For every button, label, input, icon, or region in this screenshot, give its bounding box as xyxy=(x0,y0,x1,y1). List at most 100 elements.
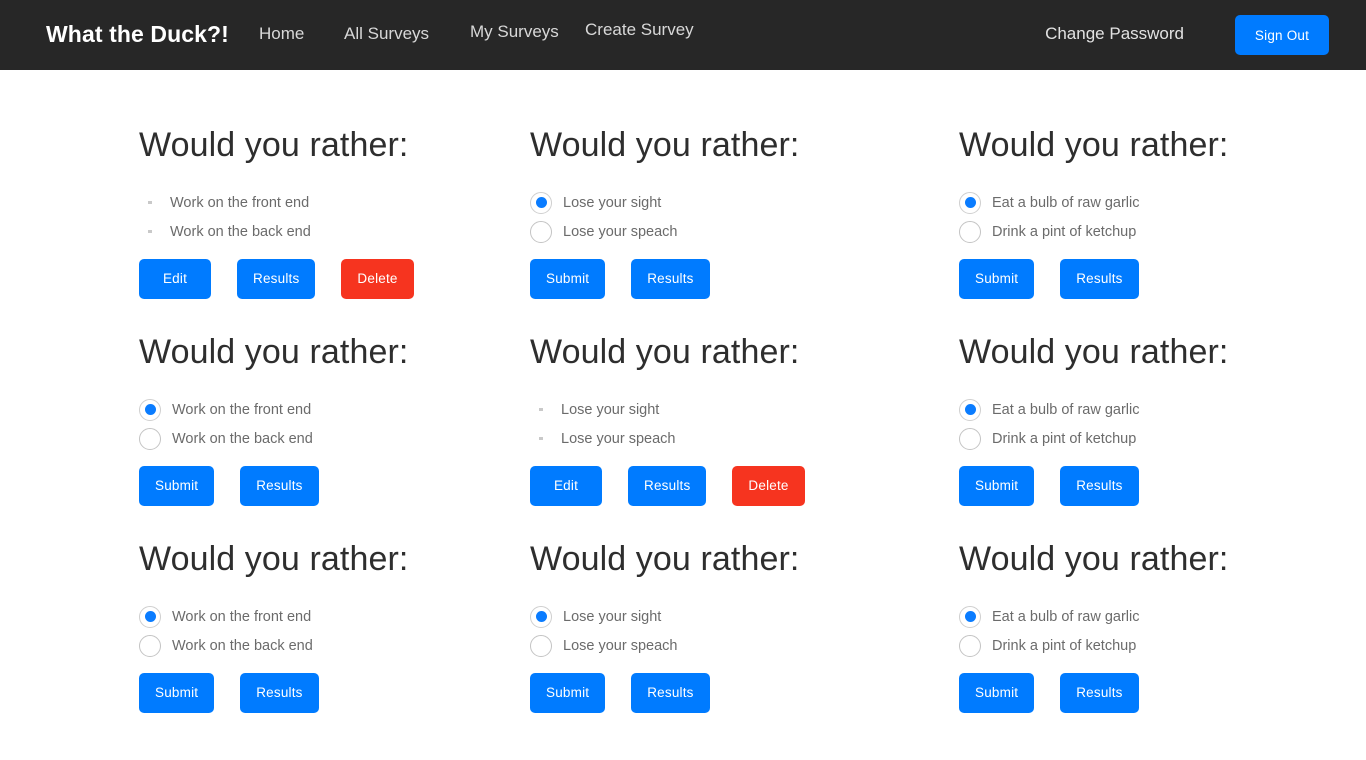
radio-option-label[interactable]: Lose your speach xyxy=(552,638,677,654)
survey-card: Would you rather: Eat a bulb of raw garli… xyxy=(959,335,1287,506)
survey-actions: Submit Results xyxy=(959,466,1287,506)
radio-icon-checked[interactable] xyxy=(959,191,981,214)
radio-option-row[interactable]: Lose your speach xyxy=(530,217,858,246)
radio-option-label[interactable]: Eat a bulb of raw garlic xyxy=(981,195,1140,211)
radio-option-row[interactable]: Drink a pint of ketchup xyxy=(959,631,1287,660)
radio-icon-unchecked[interactable] xyxy=(139,634,161,657)
edit-button[interactable]: Edit xyxy=(139,259,211,299)
survey-options: Work on the front end Work on the back en… xyxy=(139,602,429,660)
nav-link-home[interactable]: Home xyxy=(259,24,304,44)
top-navbar: What the Duck?! Home All Surveys My Surv… xyxy=(0,0,1366,70)
results-button[interactable]: Results xyxy=(240,673,319,713)
radio-icon-unchecked[interactable] xyxy=(530,634,552,657)
list-option-row: Work on the front end xyxy=(139,188,429,217)
survey-card: Would you rather: Lose your sight Lose you… xyxy=(530,335,858,506)
radio-option-row[interactable]: Work on the back end xyxy=(139,631,429,660)
delete-button[interactable]: Delete xyxy=(732,466,805,506)
radio-option-row[interactable]: Eat a bulb of raw garlic xyxy=(959,602,1287,631)
bullet-icon xyxy=(139,201,159,204)
results-button[interactable]: Results xyxy=(1060,466,1139,506)
radio-option-row[interactable]: Lose your sight xyxy=(530,188,858,217)
radio-option-label[interactable]: Drink a pint of ketchup xyxy=(981,638,1136,654)
survey-card-title: Would you rather: xyxy=(530,333,800,371)
bullet-icon xyxy=(530,408,550,411)
edit-button[interactable]: Edit xyxy=(530,466,602,506)
radio-option-label[interactable]: Drink a pint of ketchup xyxy=(981,224,1136,240)
radio-option-label[interactable]: Lose your sight xyxy=(552,609,661,625)
radio-option-label[interactable]: Work on the back end xyxy=(161,431,313,447)
survey-column: Would you rather: Lose your sight Lose you… xyxy=(429,335,858,506)
change-password-link[interactable]: Change Password xyxy=(1045,24,1184,44)
survey-card: Would you rather: Eat a bulb of raw garli… xyxy=(959,128,1287,299)
submit-button[interactable]: Submit xyxy=(959,466,1035,506)
submit-button[interactable]: Submit xyxy=(139,673,215,713)
submit-button[interactable]: Submit xyxy=(959,259,1035,299)
radio-option-label[interactable]: Drink a pint of ketchup xyxy=(981,431,1136,447)
survey-options: Lose your sight Lose your speach xyxy=(530,602,858,660)
results-button[interactable]: Results xyxy=(1060,259,1139,299)
radio-option-row[interactable]: Drink a pint of ketchup xyxy=(959,217,1287,246)
survey-card: Would you rather: Work on the front end Wo… xyxy=(139,542,429,713)
radio-option-row[interactable]: Lose your speach xyxy=(530,631,858,660)
radio-option-row[interactable]: Work on the back end xyxy=(139,424,429,453)
survey-row: Would you rather: Work on the front end Wo… xyxy=(0,542,1366,713)
survey-actions: Submit Results xyxy=(959,673,1287,713)
radio-option-label[interactable]: Work on the back end xyxy=(161,638,313,654)
submit-button[interactable]: Submit xyxy=(959,673,1035,713)
brand-logo[interactable]: What the Duck?! xyxy=(46,21,229,48)
results-button[interactable]: Results xyxy=(1060,673,1139,713)
radio-option-label[interactable]: Lose your speach xyxy=(552,224,677,240)
radio-option-row[interactable]: Drink a pint of ketchup xyxy=(959,424,1287,453)
radio-option-row[interactable]: Work on the front end xyxy=(139,395,429,424)
submit-button[interactable]: Submit xyxy=(530,673,606,713)
radio-option-row[interactable]: Eat a bulb of raw garlic xyxy=(959,395,1287,424)
radio-icon-checked[interactable] xyxy=(139,605,161,628)
nav-link-my-surveys[interactable]: My Surveys xyxy=(470,22,559,42)
survey-actions: Submit Results xyxy=(530,673,858,713)
survey-column: Would you rather: Eat a bulb of raw garli… xyxy=(858,542,1287,713)
radio-option-label[interactable]: Work on the front end xyxy=(161,609,311,625)
survey-actions: Submit Results xyxy=(959,259,1287,299)
radio-option-row[interactable]: Lose your sight xyxy=(530,602,858,631)
radio-option-label[interactable]: Eat a bulb of raw garlic xyxy=(981,609,1140,625)
results-button[interactable]: Results xyxy=(631,673,710,713)
list-option-row: Lose your speach xyxy=(530,424,858,453)
nav-link-all-surveys[interactable]: All Surveys xyxy=(344,24,429,44)
results-button[interactable]: Results xyxy=(237,259,316,299)
radio-icon-checked[interactable] xyxy=(959,398,981,421)
survey-column: Would you rather: Lose your sight Lose you… xyxy=(429,128,858,299)
radio-icon-checked[interactable] xyxy=(530,191,552,214)
radio-option-row[interactable]: Eat a bulb of raw garlic xyxy=(959,188,1287,217)
nav-link-create-survey[interactable]: Create Survey xyxy=(585,20,694,40)
radio-icon-checked[interactable] xyxy=(530,605,552,628)
radio-icon-checked[interactable] xyxy=(139,398,161,421)
radio-option-label[interactable]: Lose your sight xyxy=(552,195,661,211)
results-button[interactable]: Results xyxy=(240,466,319,506)
radio-icon-unchecked[interactable] xyxy=(959,220,981,243)
radio-option-label[interactable]: Eat a bulb of raw garlic xyxy=(981,402,1140,418)
results-button[interactable]: Results xyxy=(631,259,710,299)
delete-button[interactable]: Delete xyxy=(341,259,414,299)
survey-options: Work on the front end Work on the back en… xyxy=(139,188,429,246)
radio-icon-unchecked[interactable] xyxy=(959,634,981,657)
submit-button[interactable]: Submit xyxy=(530,259,606,299)
sign-out-button[interactable]: Sign Out xyxy=(1235,15,1329,55)
radio-option-label[interactable]: Work on the front end xyxy=(161,402,311,418)
radio-icon-unchecked[interactable] xyxy=(959,427,981,450)
radio-icon-unchecked[interactable] xyxy=(139,427,161,450)
survey-card: Would you rather: Work on the front end Wo… xyxy=(139,335,429,506)
results-button[interactable]: Results xyxy=(628,466,707,506)
survey-actions: Edit Results Delete xyxy=(530,466,858,506)
submit-button[interactable]: Submit xyxy=(139,466,215,506)
survey-card: Would you rather: Lose your sight Lose you… xyxy=(530,542,858,713)
radio-icon-checked[interactable] xyxy=(959,605,981,628)
survey-card-title: Would you rather: xyxy=(959,540,1229,578)
radio-icon-unchecked[interactable] xyxy=(530,220,552,243)
survey-column: Would you rather: Lose your sight Lose you… xyxy=(429,542,858,713)
survey-column: Would you rather: Eat a bulb of raw garli… xyxy=(858,335,1287,506)
radio-option-row[interactable]: Work on the front end xyxy=(139,602,429,631)
survey-options: Eat a bulb of raw garlic Drink a pint of … xyxy=(959,188,1287,246)
survey-card-title: Would you rather: xyxy=(959,333,1229,371)
survey-card-title: Would you rather: xyxy=(139,540,409,578)
survey-card: Would you rather: Eat a bulb of raw garli… xyxy=(959,542,1287,713)
